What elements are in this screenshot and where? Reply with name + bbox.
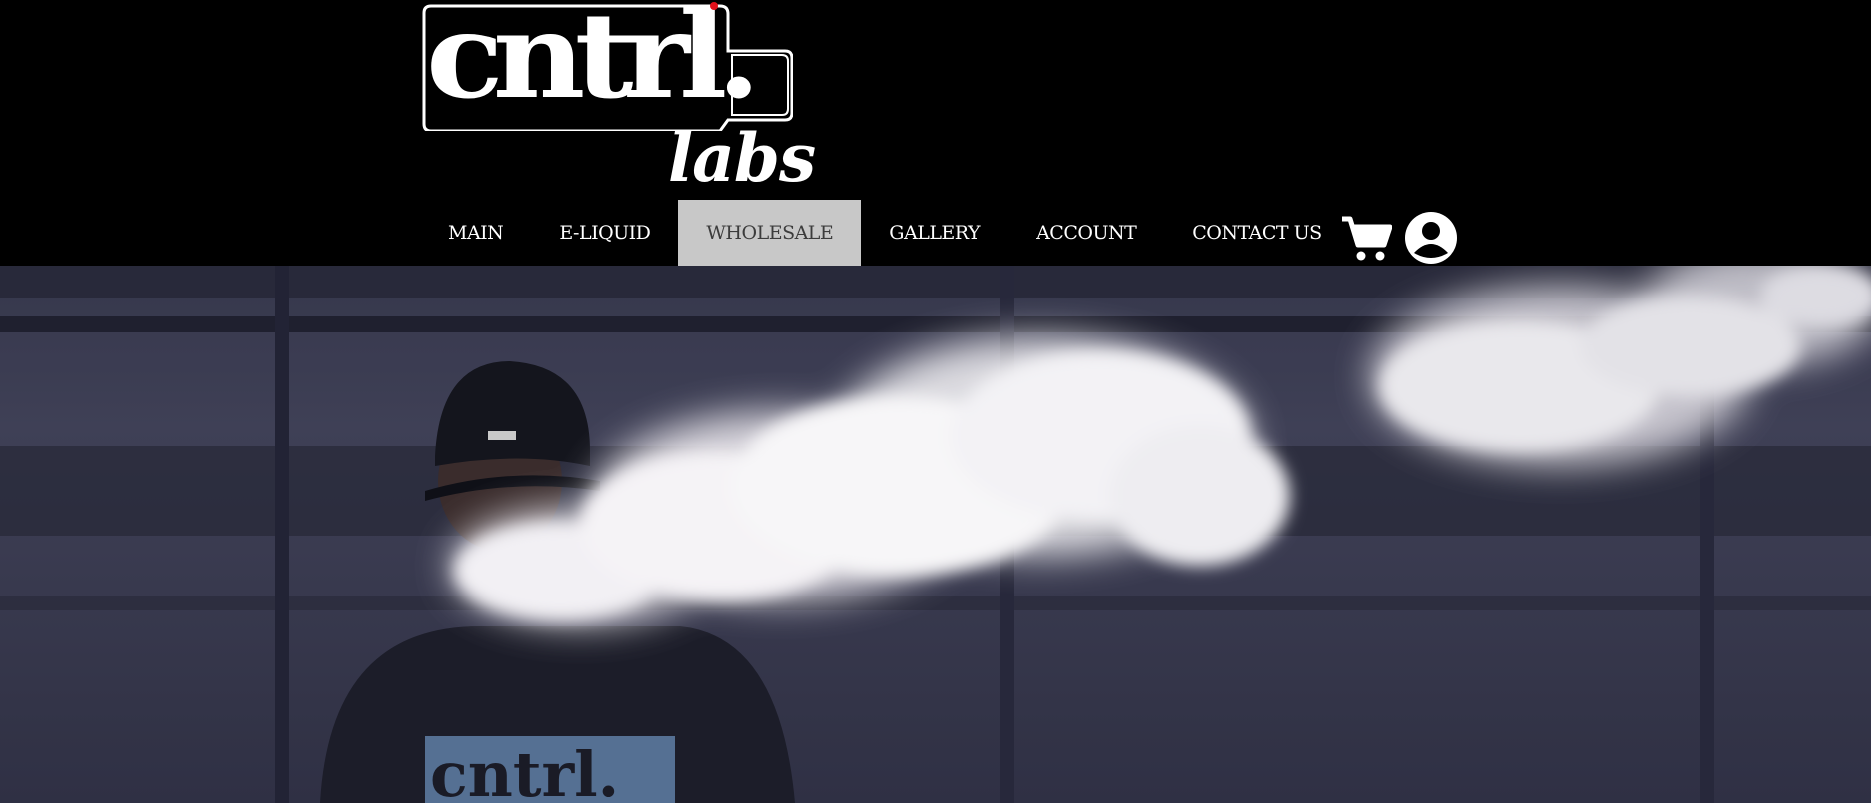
main-nav: MAIN E-LIQUID WHOLESALE GALLERY ACCOUNT … [420,200,1350,266]
cart-icon[interactable] [1340,213,1392,263]
logo-wordmark: cntrl. [426,0,761,125]
nav-item-account[interactable]: ACCOUNT [1008,200,1164,266]
hero-image: cntrl. [0,266,1871,803]
nav-item-gallery[interactable]: GALLERY [861,200,1008,266]
nav-item-wholesale[interactable]: WHOLESALE [678,200,862,266]
logo[interactable]: cntrl. labs [420,0,816,198]
logo-subtitle: labs [668,119,816,197]
nav-item-main[interactable]: MAIN [420,200,531,266]
user-icon[interactable] [1404,211,1458,265]
shirt-logo-text: cntrl. [430,738,619,803]
hero-illustration: cntrl. [0,266,1871,803]
site-header: cntrl. labs MAIN E-LIQUID WHOLESALE GALL… [0,0,1871,266]
accent-dot [710,2,718,10]
nav-item-contact-us[interactable]: CONTACT US [1164,200,1349,266]
header-icons [1340,210,1458,266]
nav-item-e-liquid[interactable]: E-LIQUID [531,200,678,266]
